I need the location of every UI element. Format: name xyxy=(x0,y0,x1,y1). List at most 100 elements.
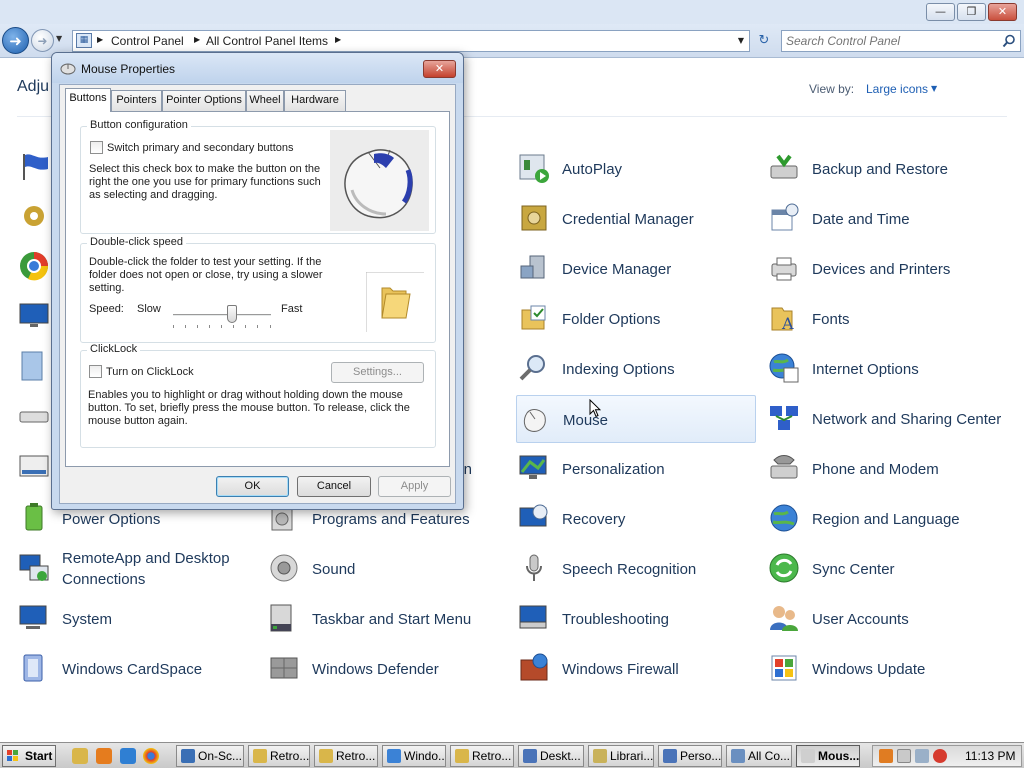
cp-item-taskbar-and-start-menu[interactable]: Taskbar and Start Menu xyxy=(266,595,506,643)
cp-item-credential-manager[interactable]: Credential Manager xyxy=(516,195,756,243)
cp-item-date-and-time[interactable]: Date and Time xyxy=(766,195,1006,243)
address-bar[interactable]: ▦ ▶ Control Panel ▶ All Control Panel It… xyxy=(72,30,750,52)
speed-slider-thumb[interactable] xyxy=(227,305,237,323)
quicklaunch-chrome-icon[interactable] xyxy=(143,748,159,764)
ok-button[interactable]: OK xyxy=(216,476,289,497)
taskbar-button[interactable]: All Co... xyxy=(726,745,792,767)
forward-button[interactable]: ➜ xyxy=(31,29,54,52)
cp-item-speech-recognition[interactable]: Speech Recognition xyxy=(516,545,756,593)
back-button[interactable]: ➜ xyxy=(2,27,29,54)
default-programs-icon[interactable] xyxy=(18,250,50,282)
cp-item-folder-options[interactable]: Folder Options xyxy=(516,295,756,343)
cp-item-indexing-options[interactable]: Indexing Options xyxy=(516,345,756,393)
search-icon[interactable] xyxy=(1002,34,1016,48)
cp-item-troubleshooting[interactable]: Troubleshooting xyxy=(516,595,756,643)
breadcrumb-control-panel[interactable]: Control Panel xyxy=(111,34,184,48)
taskbar-button[interactable]: Retro... xyxy=(248,745,310,767)
start-button[interactable]: Start xyxy=(2,745,56,767)
cp-item-windows-update[interactable]: Windows Update xyxy=(766,645,1006,693)
ease-of-access-icon[interactable] xyxy=(18,350,50,382)
tab-buttons[interactable]: Buttons xyxy=(65,88,111,112)
view-by-dropdown-icon[interactable]: ▼ xyxy=(931,84,937,93)
cp-item-mouse[interactable]: Mouse xyxy=(516,395,756,443)
tray-volume-muted-icon[interactable] xyxy=(933,749,947,763)
test-folder-icon[interactable] xyxy=(366,272,424,332)
personalization-icon xyxy=(519,455,547,479)
tray-monitor-icon[interactable] xyxy=(915,749,929,763)
clicklock-checkbox[interactable] xyxy=(89,365,102,378)
close-button[interactable]: ✕ xyxy=(988,3,1017,21)
cp-item-device-manager[interactable]: Device Manager xyxy=(516,245,756,293)
admin-tools-icon[interactable] xyxy=(18,200,50,232)
cp-item-autoplay[interactable]: AutoPlay xyxy=(516,145,756,193)
search-input[interactable] xyxy=(786,33,996,49)
clock[interactable]: 11:13 PM xyxy=(965,749,1015,763)
cp-item-sound[interactable]: Sound xyxy=(266,545,506,593)
quicklaunch-media-icon[interactable] xyxy=(96,748,112,764)
action-center-flag-icon[interactable] xyxy=(18,150,50,182)
cp-item-sync-center[interactable]: Sync Center xyxy=(766,545,1006,593)
display-icon[interactable] xyxy=(18,300,50,332)
slider-tick xyxy=(173,325,174,328)
cancel-button[interactable]: Cancel xyxy=(297,476,371,497)
tray-network-icon[interactable] xyxy=(897,749,911,763)
clicklock-settings-button[interactable]: Settings... xyxy=(331,362,424,383)
tab-pointer-options[interactable]: Pointer Options xyxy=(162,90,246,111)
cp-item-remoteapp-and-desktop-connections[interactable]: RemoteApp and Desktop Connections xyxy=(16,545,256,593)
view-by-dropdown[interactable]: Large icons xyxy=(866,82,928,96)
restore-button[interactable]: ❐ xyxy=(957,3,986,21)
cp-item-user-accounts[interactable]: User Accounts xyxy=(766,595,1006,643)
keyboard-icon[interactable] xyxy=(18,400,50,432)
cp-item-devices-and-printers[interactable]: Devices and Printers xyxy=(766,245,1006,293)
taskbar-button[interactable]: Mous... xyxy=(796,745,860,767)
double-click-description: Double-click the folder to test your set… xyxy=(89,256,323,294)
speed-slow-label: Slow xyxy=(137,303,161,315)
taskbar-button[interactable]: Windo... xyxy=(382,745,446,767)
breadcrumb-all-items[interactable]: All Control Panel Items xyxy=(206,34,328,48)
switch-buttons-checkbox[interactable] xyxy=(90,141,103,154)
breadcrumb-separator-icon[interactable]: ▶ xyxy=(194,35,200,44)
search-box[interactable] xyxy=(781,30,1021,52)
cp-item-region-and-language[interactable]: Region and Language xyxy=(766,495,1006,543)
breadcrumb-separator-icon[interactable]: ▶ xyxy=(335,35,341,44)
switch-buttons-label[interactable]: Switch primary and secondary buttons xyxy=(107,142,327,155)
cp-item-windows-firewall[interactable]: Windows Firewall xyxy=(516,645,756,693)
taskbar-button[interactable]: Librari... xyxy=(588,745,654,767)
speed-slider-track[interactable] xyxy=(173,314,271,317)
tab-wheel[interactable]: Wheel xyxy=(246,90,284,111)
taskbar-button-label: Retro... xyxy=(336,749,376,763)
cp-item-phone-and-modem[interactable]: Phone and Modem xyxy=(766,445,1006,493)
taskbar-app-icon xyxy=(387,749,401,763)
dialog-titlebar[interactable]: Mouse Properties ✕ xyxy=(52,53,463,83)
refresh-button[interactable]: ↻ xyxy=(752,30,776,52)
notification-area-icon[interactable] xyxy=(18,450,50,482)
taskbar-button[interactable]: Deskt... xyxy=(518,745,584,767)
apply-button[interactable]: Apply xyxy=(378,476,451,497)
cp-item-network-and-sharing-center[interactable]: Network and Sharing Center xyxy=(766,395,1006,443)
tab-pointers[interactable]: Pointers xyxy=(111,90,162,111)
cp-item-system[interactable]: System xyxy=(16,595,256,643)
address-dropdown-icon[interactable]: ▼ xyxy=(738,36,744,45)
breadcrumb-separator-icon[interactable]: ▶ xyxy=(97,35,103,44)
minimize-button[interactable]: — xyxy=(926,3,955,21)
taskbar-app-icon xyxy=(181,749,195,763)
taskbar-button[interactable]: Perso... xyxy=(658,745,722,767)
quicklaunch-explorer-icon[interactable] xyxy=(72,748,88,764)
recent-pages-dropdown-icon[interactable]: ▼ xyxy=(56,34,62,43)
cp-item-fonts[interactable]: A Fonts xyxy=(766,295,1006,343)
cp-item-backup-and-restore[interactable]: Backup and Restore xyxy=(766,145,1006,193)
cp-item-windows-cardspace[interactable]: Windows CardSpace xyxy=(16,645,256,693)
cp-item-windows-defender[interactable]: Windows Defender xyxy=(266,645,506,693)
cp-item-internet-options[interactable]: Internet Options xyxy=(766,345,1006,393)
taskbar-button[interactable]: Retro... xyxy=(450,745,514,767)
cp-item-recovery[interactable]: Recovery xyxy=(516,495,756,543)
taskbar-button[interactable]: Retro... xyxy=(314,745,378,767)
cp-item-personalization[interactable]: Personalization xyxy=(516,445,756,493)
tab-hardware[interactable]: Hardware xyxy=(284,90,346,111)
clicklock-group: ClickLock Turn on ClickLock Settings... … xyxy=(80,343,436,448)
tray-search-icon[interactable] xyxy=(879,749,893,763)
quicklaunch-ie-icon[interactable] xyxy=(120,748,136,764)
dialog-close-button[interactable]: ✕ xyxy=(423,60,456,78)
taskbar-button[interactable]: On-Sc... xyxy=(176,745,244,767)
clicklock-label[interactable]: Turn on ClickLock xyxy=(106,366,194,379)
